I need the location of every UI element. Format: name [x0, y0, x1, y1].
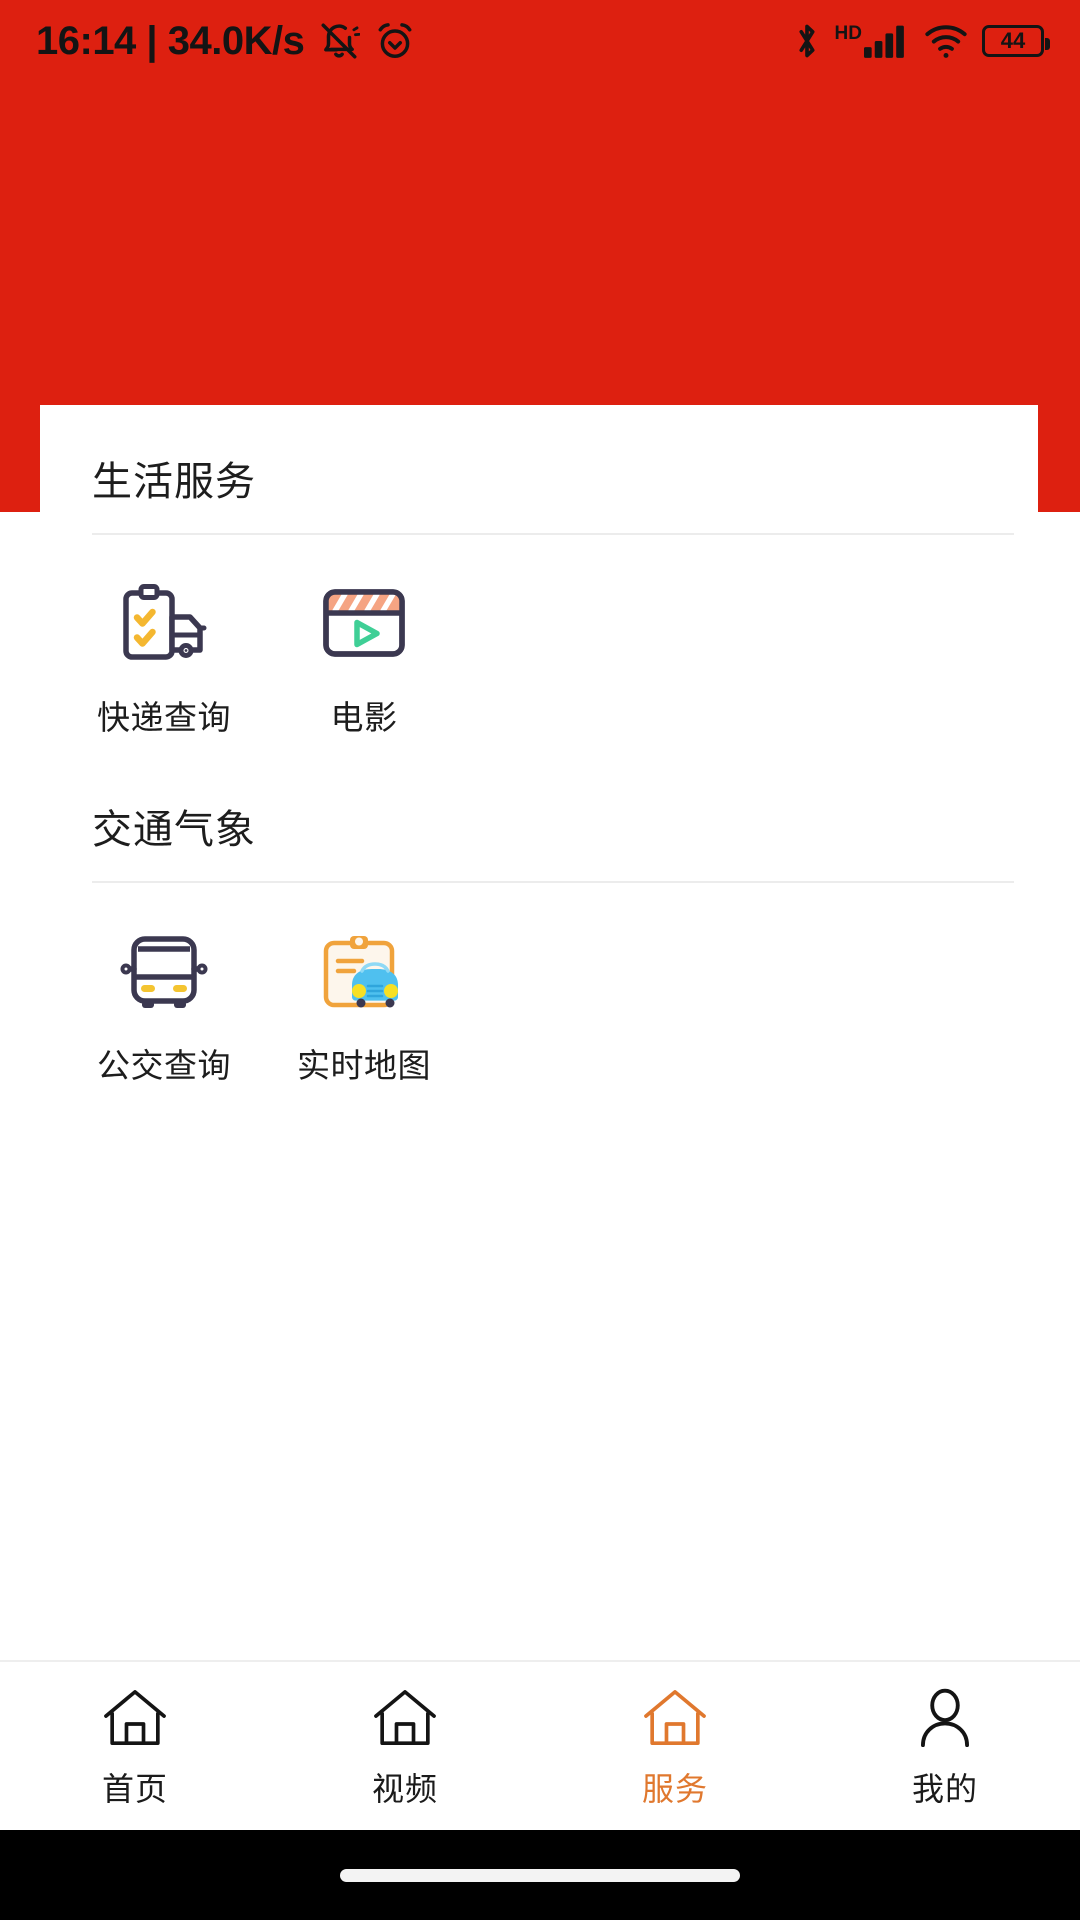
- service-item-label: 快递查询: [97, 699, 231, 736]
- alarm-icon: [378, 23, 412, 58]
- bus-icon: [116, 925, 212, 1021]
- app-screen: 16:14 | 34.0K/s HD 44 生活服务 快递查询 电影 交通气象 …: [0, 0, 1080, 1920]
- home-icon: [99, 1686, 171, 1750]
- service-item-bus-query[interactable]: 公交查询: [64, 917, 264, 1097]
- status-bar-left: 16:14 | 34.0K/s: [36, 19, 416, 64]
- section-title-traffic-weather: 交通气象: [92, 808, 256, 852]
- nav-item-mine[interactable]: 我的: [810, 1662, 1080, 1810]
- gesture-handle[interactable]: [340, 1868, 740, 1882]
- battery-level: 44: [1000, 28, 1026, 53]
- nav-item-video[interactable]: 视频: [270, 1662, 540, 1810]
- service-item-label: 实时地图: [297, 1047, 431, 1084]
- services-card: 生活服务 快递查询 电影 交通气象 公交查询 实时地图: [40, 405, 1038, 1129]
- nav-item-label: 视频: [371, 1771, 438, 1807]
- nav-item-service[interactable]: 服务: [540, 1662, 810, 1810]
- mute-icon: [321, 23, 361, 59]
- service-item-movie[interactable]: 电影: [264, 569, 464, 749]
- status-bar-right: HD 44: [792, 20, 1050, 62]
- status-bar: 16:14 | 34.0K/s HD 44: [0, 0, 1080, 82]
- bottom-navigation-bar: 首页 视频 服务 我的: [0, 1660, 1080, 1830]
- express-delivery-icon: [116, 577, 212, 673]
- section-life-services: 生活服务 快递查询 电影: [64, 405, 1014, 753]
- section-traffic-weather: 交通气象 公交查询 实时地图: [64, 753, 1014, 1101]
- service-item-realtime-map[interactable]: 实时地图: [264, 917, 464, 1097]
- service-home-icon: [639, 1686, 711, 1750]
- realtime-map-car-icon: [316, 925, 412, 1021]
- section-title-life-services: 生活服务: [92, 460, 256, 504]
- bluetooth-icon: [799, 24, 815, 58]
- service-item-express-query[interactable]: 快递查询: [64, 569, 264, 749]
- service-item-label: 公交查询: [97, 1047, 231, 1084]
- nav-item-label: 服务: [641, 1771, 708, 1807]
- grid-traffic-weather: 公交查询 实时地图: [64, 883, 1014, 1101]
- nav-item-home[interactable]: 首页: [0, 1662, 270, 1810]
- movie-clapperboard-icon: [316, 577, 412, 673]
- grid-life-services: 快递查询 电影: [64, 535, 1014, 753]
- battery-icon: 44: [982, 25, 1050, 57]
- hd-icon: HD: [834, 23, 862, 44]
- person-icon: [909, 1686, 981, 1750]
- video-home-icon: [369, 1686, 441, 1750]
- signal-group: HD: [835, 23, 910, 59]
- nav-item-label: 首页: [101, 1771, 168, 1807]
- status-time-and-speed: 16:14 | 34.0K/s: [36, 18, 305, 63]
- service-item-label: 电影: [330, 699, 398, 736]
- nav-item-label: 我的: [911, 1771, 978, 1807]
- signal-icon: [864, 25, 904, 58]
- wifi-icon: [925, 25, 967, 58]
- system-gesture-bar: [0, 1830, 1080, 1920]
